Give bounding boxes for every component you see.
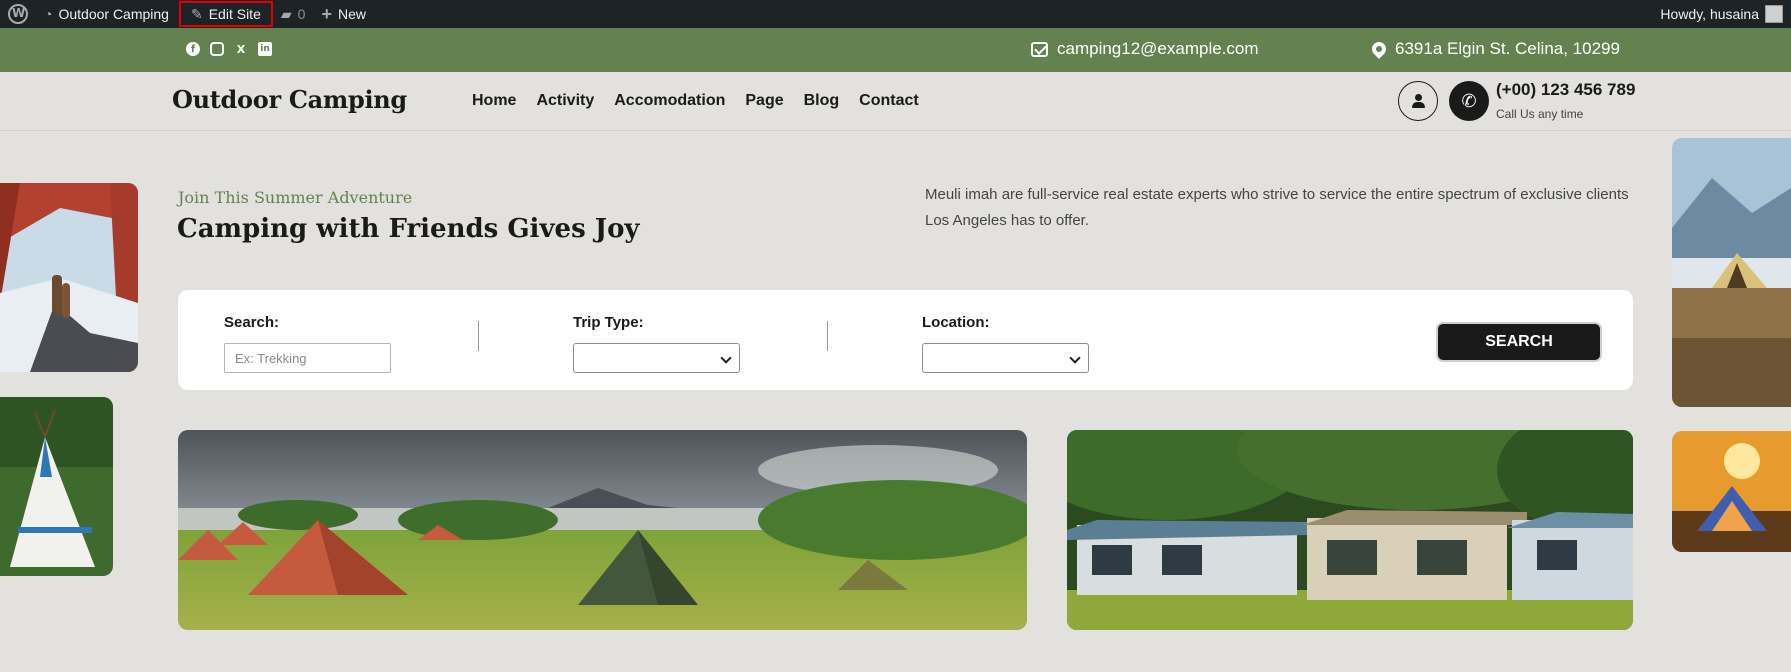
nav-blog[interactable]: Blog xyxy=(804,92,840,110)
mail-icon xyxy=(1031,41,1048,57)
nav-contact[interactable]: Contact xyxy=(859,92,919,110)
comment-icon: ▰ xyxy=(280,5,292,22)
teepee-photo xyxy=(0,397,113,576)
mountain-tent-photo xyxy=(1672,138,1791,407)
facebook-icon[interactable]: f xyxy=(186,42,200,56)
location-label: Location: xyxy=(922,314,990,331)
phone-button[interactable]: ✆ xyxy=(1449,81,1489,121)
phone-icon: ✆ xyxy=(1461,90,1477,111)
hero-eyebrow: Join This Summer Adventure xyxy=(178,188,413,207)
new-label: New xyxy=(337,6,366,22)
linkedin-icon[interactable]: in xyxy=(258,42,272,56)
x-icon[interactable]: X xyxy=(234,42,248,56)
my-account[interactable]: Howdy, husaina xyxy=(1660,5,1791,23)
phone-caption: Call Us any time xyxy=(1496,107,1584,121)
field-divider xyxy=(478,321,479,351)
trip-type-select[interactable] xyxy=(573,343,740,373)
edit-site-link[interactable]: ✎ Edit Site xyxy=(178,1,273,27)
address-text: 6391a Elgin St. Celina, 10299 xyxy=(1395,39,1620,58)
search-label: Search: xyxy=(224,314,280,331)
social-links: f X in xyxy=(186,42,272,56)
avatar xyxy=(1765,5,1783,23)
dashboard-icon: ◔ xyxy=(44,6,53,22)
account-button[interactable] xyxy=(1398,81,1438,121)
location-select[interactable] xyxy=(922,343,1089,373)
site-logo[interactable]: Outdoor Camping xyxy=(172,85,407,114)
nav-page[interactable]: Page xyxy=(745,92,783,110)
location-pin-icon xyxy=(1369,39,1389,59)
edit-icon: ✎ xyxy=(190,5,203,22)
site-name-label: Outdoor Camping xyxy=(58,6,169,22)
top-info-bar: f X in camping12@example.com 6391a Elgin… xyxy=(0,28,1791,72)
site-name-link[interactable]: ◔ Outdoor Camping xyxy=(36,0,177,28)
phone-number[interactable]: (+00) 123 456 789 xyxy=(1496,80,1635,100)
howdy-label: Howdy, husaina xyxy=(1660,6,1759,22)
main-nav: Home Activity Accomodation Page Blog Con… xyxy=(472,92,919,110)
field-divider xyxy=(827,321,828,351)
plus-icon: + xyxy=(321,3,332,24)
new-content-link[interactable]: + New xyxy=(313,0,374,28)
contact-address: 6391a Elgin St. Celina, 10299 xyxy=(1369,39,1620,59)
caravan-campsite-photo xyxy=(1067,430,1633,630)
admin-bar: ◔ Outdoor Camping ✎ Edit Site ▰ 0 + New … xyxy=(0,0,1791,28)
search-button[interactable]: SEARCH xyxy=(1436,322,1602,362)
contact-email[interactable]: camping12@example.com xyxy=(1031,39,1259,59)
trip-type-label: Trip Type: xyxy=(573,314,644,331)
site-header: Outdoor Camping Home Activity Accomodati… xyxy=(0,72,1791,131)
wordpress-menu[interactable] xyxy=(0,0,36,28)
wordpress-icon xyxy=(8,4,28,24)
instagram-icon[interactable] xyxy=(210,42,224,56)
hero-title: Camping with Friends Gives Joy xyxy=(177,214,640,244)
hero-description: Meuli imah are full-service real estate … xyxy=(925,186,1629,229)
user-icon xyxy=(1411,94,1425,108)
edit-site-label: Edit Site xyxy=(208,6,261,22)
sunset-tent-photo xyxy=(1672,431,1791,552)
comments-link[interactable]: ▰ 0 xyxy=(273,0,314,28)
search-input[interactable] xyxy=(224,343,391,373)
nav-activity[interactable]: Activity xyxy=(536,92,594,110)
comments-count: 0 xyxy=(297,6,306,22)
lakeside-tents-photo xyxy=(178,430,1027,630)
hammock-view-photo xyxy=(0,183,138,372)
email-text: camping12@example.com xyxy=(1057,39,1259,58)
nav-accomodation[interactable]: Accomodation xyxy=(614,92,725,110)
nav-home[interactable]: Home xyxy=(472,92,516,110)
search-form: Search: Trip Type: Location: SEARCH xyxy=(178,290,1633,390)
